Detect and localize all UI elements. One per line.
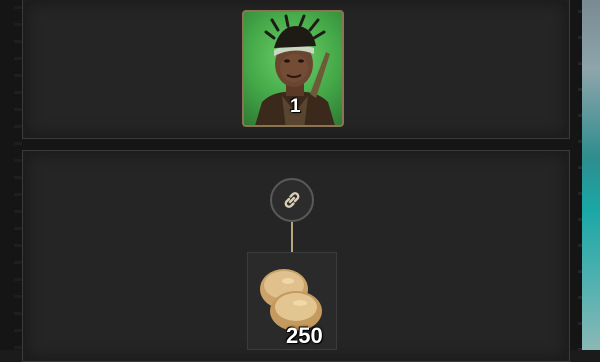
- map-background-strip: [582, 0, 600, 350]
- character-card[interactable]: 1: [242, 10, 344, 127]
- item-card[interactable]: 250: [247, 252, 337, 350]
- link-button[interactable]: [270, 178, 314, 222]
- panel-edge-left: [14, 0, 22, 350]
- reward-connector-line: [291, 222, 293, 252]
- chain-link-icon: [284, 192, 300, 208]
- character-quantity: 1: [290, 96, 301, 117]
- item-quantity: 250: [286, 323, 323, 348]
